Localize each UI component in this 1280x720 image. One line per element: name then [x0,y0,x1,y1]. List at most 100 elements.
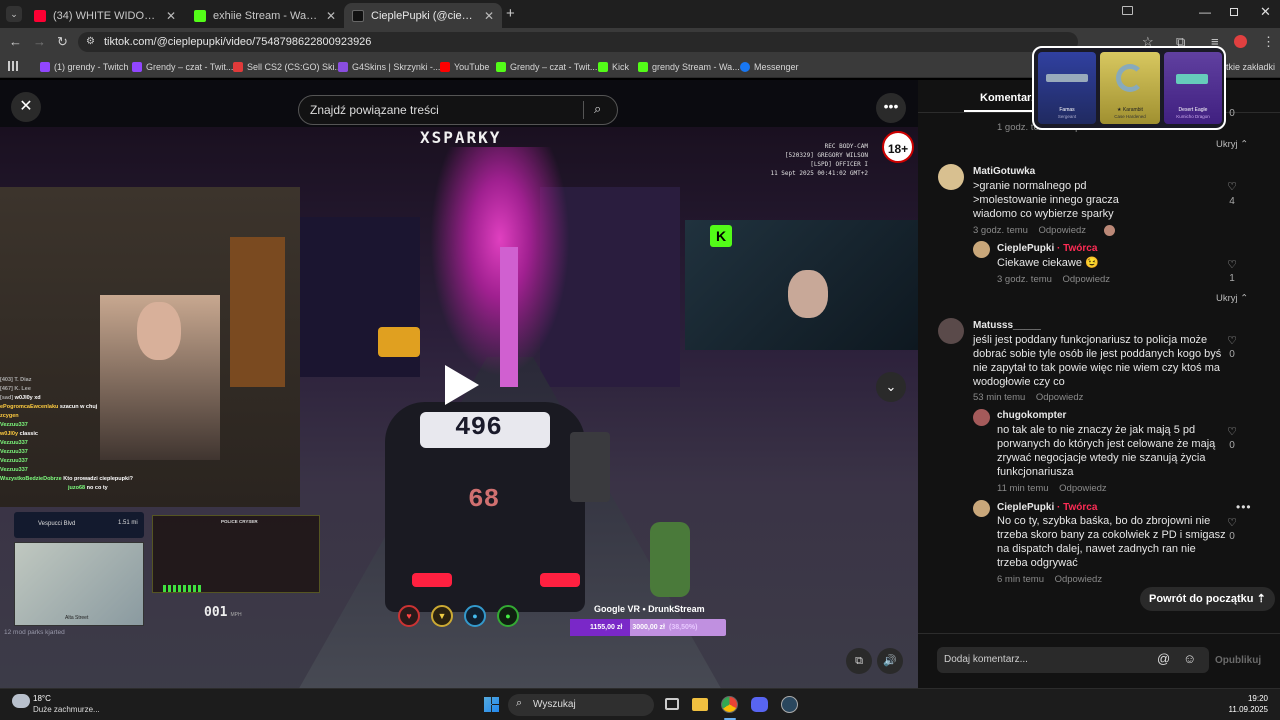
skin-sub: Sergeant [1057,114,1077,119]
address-bar[interactable]: ⚙ tiktok.com/@cieplepupki/video/75487986… [78,32,1078,52]
bookmark-label: (1) grendy - Twitch [54,62,129,72]
bookmark-item[interactable]: YouTube [440,58,489,76]
chrome-icon[interactable] [721,696,738,713]
like-heart-icon[interactable]: ♡ [1225,334,1239,347]
skin-knife-icon [1116,64,1144,92]
avatar[interactable] [938,318,964,344]
browser-tab-tiktok[interactable]: CieplePupki (@cieplepupki) | Ti ✕ [344,3,502,28]
like-heart-icon[interactable]: ♡ [1225,425,1239,438]
next-video-button[interactable]: ⌄ [876,372,906,402]
close-video-button[interactable]: ✕ [11,92,41,122]
apps-grid-icon[interactable] [8,61,18,71]
close-tab-icon[interactable]: ✕ [484,9,494,23]
kick-icon [598,62,608,72]
bookmark-item[interactable]: Grendy – czat - Twit... [132,58,233,76]
back-to-top-button[interactable]: Powrót do początku ⇡ [1140,587,1275,611]
pip-icon[interactable]: ⧉ [846,648,872,674]
related-search-input[interactable]: Znajdź powiązane treści ⌕ [298,95,618,125]
windows-taskbar: 18°C Duże zachmurze... ⌕ Wyszukaj 19:20 … [0,688,1280,720]
hud-speed-unit: MPH [230,612,242,618]
hud-stamina-icon: ● [497,605,519,627]
comment-author[interactable]: CieplePupki · Twórca [997,502,1097,513]
task-view-icon[interactable] [665,698,679,710]
avatar[interactable] [973,241,990,258]
avatar[interactable] [973,409,990,426]
comment-more-icon[interactable]: ••• [1236,500,1252,514]
bookmark-item[interactable]: Kick [598,58,629,76]
creator-badge: · Twórca [1057,243,1098,254]
hide-replies-button[interactable]: Ukryj ⌃ [1216,139,1248,150]
discord-icon[interactable] [751,697,768,712]
streamer-face-left [137,302,181,360]
hud-street-panel: Vespucci Blvd 1.51 mi [14,512,144,538]
forward-icon[interactable]: → [33,28,46,56]
chat-line: WszystkoBedzieDobrze Kto prowadzi cieple… [0,476,133,482]
bookmark-item[interactable]: (1) grendy - Twitch [40,58,128,76]
play-icon[interactable] [445,365,479,405]
weather-icon[interactable] [12,694,30,708]
bookmark-item[interactable]: Messenger [740,58,799,76]
steam-icon[interactable] [781,696,798,713]
tab-list-chevron-icon[interactable]: ⌄ [6,6,22,22]
avatar[interactable] [938,164,964,190]
clock-time[interactable]: 19:20 [1240,694,1268,703]
skin-card[interactable]: Famas Sergeant [1038,52,1096,124]
volume-icon[interactable]: 🔊 [877,648,903,674]
file-explorer-icon[interactable] [692,698,708,711]
skin-preview-popup: Famas Sergeant ★ Karambit Case Hardened … [1032,46,1226,130]
comment-author[interactable]: Matusss_____ [973,320,1041,331]
browser-tab-youtube[interactable]: (34) WHITE WIDOW - SHINJUKU ✕ [26,3,184,28]
reply-button[interactable]: Odpowiedz [1055,574,1103,585]
publish-button[interactable]: Opublikuj [1215,655,1261,666]
emoji-icon[interactable]: ☺ [1183,651,1196,666]
skin-card[interactable]: Desert Eagle Kumicho Dragon [1164,52,1222,124]
comment-input[interactable]: Dodaj komentarz... @ ☺ [937,647,1209,673]
menu-icon[interactable]: ⋮ [1262,28,1275,56]
taskbar-search[interactable]: ⌕ Wyszukaj [508,694,654,716]
hud-minimap: Alta Street [14,542,144,626]
hide-replies-button[interactable]: Ukryj ⌃ [1216,293,1248,304]
like-heart-icon[interactable]: ♡ [1225,180,1239,193]
new-tab-button[interactable]: + [506,5,515,22]
more-options-button[interactable]: ••• [876,93,906,123]
close-tab-icon[interactable]: ✕ [326,9,336,23]
kick-icon [638,62,648,72]
reply-button[interactable]: Odpowiedz [1059,483,1107,494]
tail-light-left [412,573,452,587]
comment-author[interactable]: MatiGotuwka [973,166,1035,177]
bookmark-item[interactable]: Sell CS2 (CS:GO) Ski... [233,58,342,76]
reply-button[interactable]: Odpowiedz [1038,225,1086,236]
comment-author[interactable]: CieplePupki · Twórca [997,243,1097,254]
like-heart-icon[interactable]: ♡ [1225,258,1239,271]
mention-icon[interactable]: @ [1157,651,1170,666]
bookmark-item[interactable]: Grendy – czat - Twit... [496,58,597,76]
search-icon[interactable]: ⌕ [594,101,601,117]
reply-button[interactable]: Odpowiedz [1062,274,1110,285]
skin-site-icon [233,62,243,72]
weather-temp: 18°C [33,694,51,703]
clock-date[interactable]: 11.09.2025 [1220,705,1268,714]
avatar[interactable] [973,500,990,517]
comments-panel: Komentarze 1 godz. temu Odpowiedz 0 Ukry… [918,80,1280,688]
bookmark-item[interactable]: G4Skins | Skrzynki -... [338,58,440,76]
skin-card[interactable]: ★ Karambit Case Hardened [1100,52,1160,124]
back-icon[interactable]: ← [9,28,22,56]
site-info-icon[interactable]: ⚙ [86,32,95,52]
like-heart-icon[interactable]: ♡ [1225,516,1239,529]
start-icon[interactable] [484,697,499,712]
bookmark-item[interactable]: grendy Stream - Wa... [638,58,740,76]
restore-button[interactable] [1230,8,1238,16]
other-bookmarks[interactable]: tkie zakładki [1226,58,1275,76]
profile-avatar[interactable] [1234,35,1247,48]
cast-icon[interactable] [1122,6,1133,15]
reply-button[interactable]: Odpowiedz [1036,392,1084,403]
video-player[interactable]: 496 68 K XSPARKY 18+ REC BODY-CAM [52032… [0,80,918,688]
reload-icon[interactable]: ↻ [57,28,68,56]
comment-author[interactable]: chugokompter [997,410,1066,421]
close-window-button[interactable]: ✕ [1260,4,1271,20]
chat-line: w0Jl0y classic [0,431,38,437]
minimize-button[interactable]: — [1199,5,1211,19]
close-tab-icon[interactable]: ✕ [166,9,176,23]
hud-police-panel: POLICE CRYSER [152,515,320,593]
browser-tab-kick[interactable]: exhiie Stream - Watch Live on K ✕ [186,3,344,28]
